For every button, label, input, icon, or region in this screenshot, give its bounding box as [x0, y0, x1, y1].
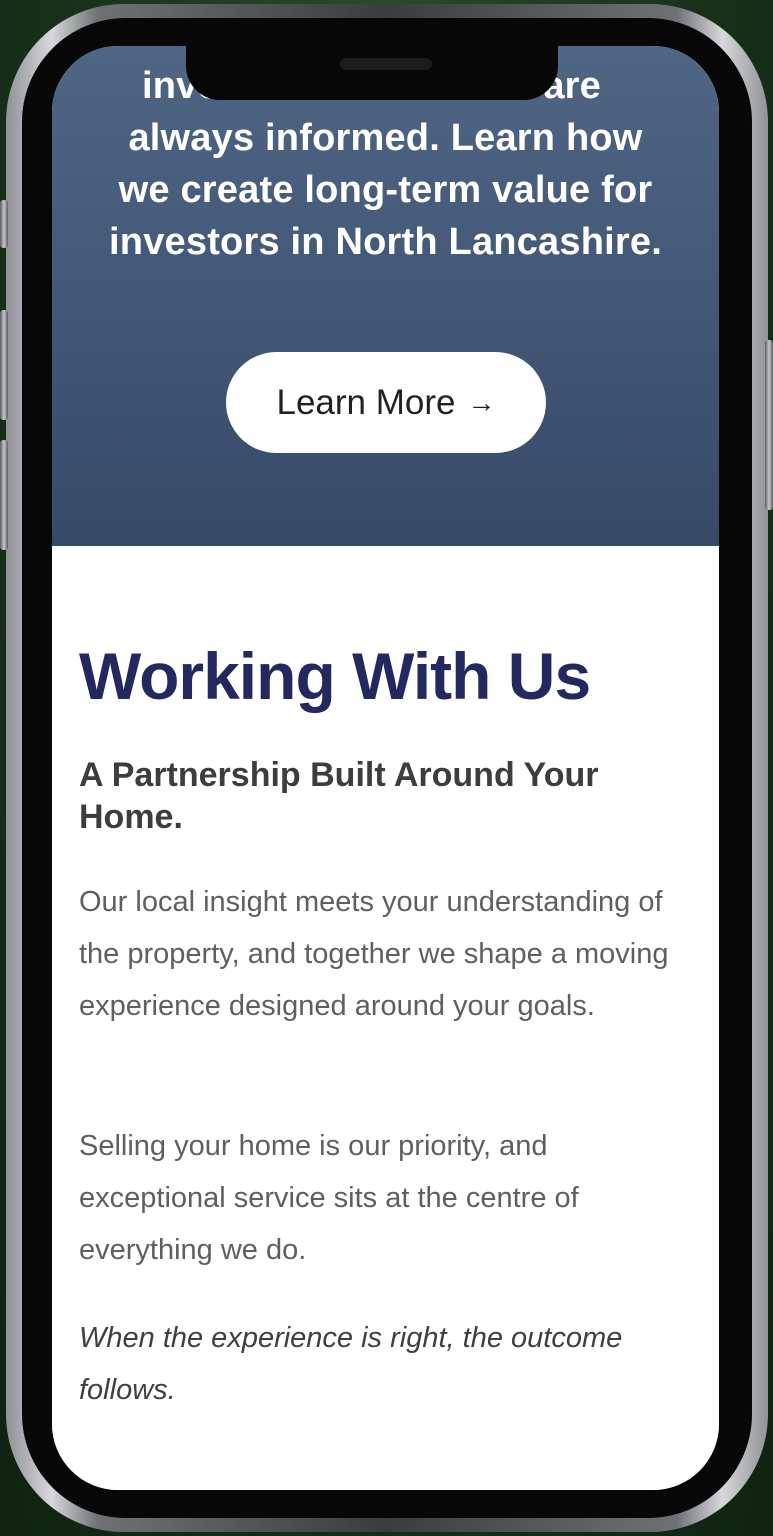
paragraph-local-insight: Our local insight meets your understandi…: [79, 886, 669, 1022]
hero-line: we create long-term value for: [118, 169, 653, 211]
hero-line: always informed. Learn how: [128, 117, 643, 159]
power-button: [765, 340, 773, 510]
arrow-right-icon: →: [467, 386, 496, 418]
mute-switch: [0, 200, 8, 248]
working-with-us-section: Working With Us A Partnership Built Arou…: [52, 546, 719, 1490]
volume-up-button: [0, 310, 8, 420]
section-subtitle: A Partnership Built Around Your Home.: [79, 756, 599, 836]
learn-more-button[interactable]: Learn More →: [226, 352, 546, 453]
speaker-grille: [340, 58, 432, 70]
volume-down-button: [0, 440, 8, 550]
section-title: Working With Us: [79, 639, 591, 713]
learn-more-label: Learn More: [276, 382, 456, 422]
paragraph-outcome: When the experience is right, the outcom…: [79, 1322, 623, 1406]
hero-line: investors in North Lancashire.: [109, 221, 662, 263]
paragraph-selling-priority: Selling your home is our priority, and e…: [79, 1130, 579, 1266]
hero-section: inve s are always informed. Learn how we…: [52, 46, 719, 546]
phone-screen: inve s are always informed. Learn how we…: [52, 46, 719, 1490]
